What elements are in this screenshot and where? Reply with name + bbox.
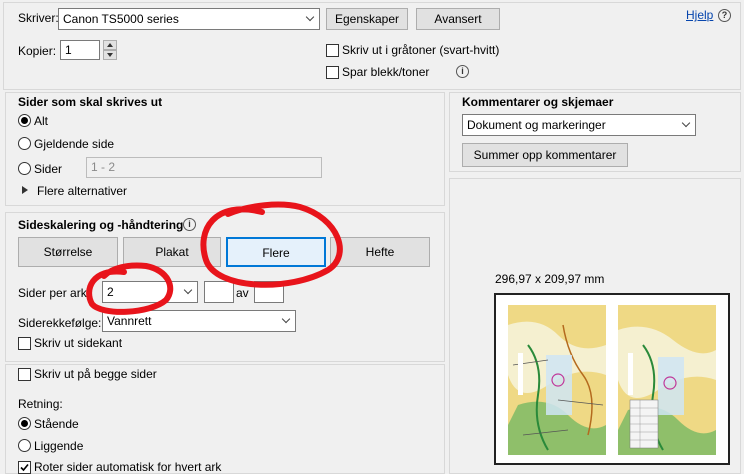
both-sides-checkbox[interactable] [18,368,31,381]
pages-range-radio[interactable] [18,162,31,175]
poster-button[interactable]: Plakat [123,237,221,267]
page-order-select[interactable]: Vannrett [102,310,296,332]
auto-rotate-label: Roter sider automatisk for hvert ark [34,460,222,474]
chevron-down-icon [179,282,197,302]
help-icon[interactable]: ? [718,9,731,22]
portrait-radio[interactable] [18,417,31,430]
copies-label: Kopier: [18,44,57,58]
orienteering-map-image [508,305,606,455]
orientation-label: Retning: [18,397,63,411]
preview-page-2 [618,305,716,455]
grayscale-label: Skriv ut i gråtoner (svart-hvitt) [342,43,500,57]
paper-size-text: 296,97 x 209,97 mm [495,272,605,286]
portrait-label: Stående [34,417,79,431]
copies-value: 1 [65,43,72,57]
copies-stepper[interactable] [103,40,117,60]
pages-per-sheet-label: Sider per ark: [18,286,91,300]
pages-rows-input[interactable] [254,281,284,303]
stepper-down-icon[interactable] [103,50,117,60]
summarize-comments-button[interactable]: Summer opp kommentarer [462,143,628,167]
multiple-button[interactable]: Flere [226,237,326,267]
printer-select-value: Canon TS5000 series [63,12,179,26]
pages-section-title: Sider som skal skrives ut [18,95,163,109]
copies-input[interactable]: 1 [60,40,100,60]
grayscale-checkbox[interactable] [326,44,339,57]
print-border-checkbox[interactable] [18,337,31,350]
chevron-down-icon [677,115,695,135]
pages-all-label: Alt [34,114,49,128]
page-order-value: Vannrett [107,314,152,328]
pages-per-sheet-value: 2 [107,285,114,299]
pages-current-label: Gjeldende side [34,137,115,151]
printer-select[interactable]: Canon TS5000 series [58,8,320,30]
pages-columns-input[interactable] [204,281,234,303]
size-button[interactable]: Størrelse [18,237,118,267]
pages-range-label: Sider [34,162,63,176]
scaling-info-icon[interactable]: i [183,218,196,231]
scaling-section-title: Sideskalering og -håndtering [18,218,184,232]
comments-select-value: Dokument og markeringer [467,118,606,132]
page-order-label: Siderekkefølge: [18,316,102,330]
booklet-button[interactable]: Hefte [330,237,430,267]
comments-section-title: Kommentarer og skjemaer [462,95,614,109]
chevron-down-icon [301,9,319,29]
by-label: av [236,286,249,300]
stepper-up-icon[interactable] [103,40,117,50]
pages-range-value: 1 - 2 [91,160,116,174]
preview-page-1 [508,305,606,455]
both-sides-label: Skriv ut på begge sider [34,367,157,381]
save-ink-info-icon[interactable]: i [456,65,469,78]
help-link[interactable]: Hjelp [686,8,713,22]
advanced-button[interactable]: Avansert [416,8,500,30]
landscape-label: Liggende [34,439,84,453]
save-ink-checkbox[interactable] [326,66,339,79]
orienteering-map-image [618,305,716,455]
properties-button[interactable]: Egenskaper [326,8,408,30]
pages-range-input[interactable]: 1 - 2 [86,157,322,178]
print-border-label: Skriv ut sidekant [34,336,123,350]
printer-label: Skriver: [18,11,59,25]
pages-per-sheet-select[interactable]: 2 [102,281,198,303]
landscape-radio[interactable] [18,439,31,452]
expand-triangle-icon[interactable] [22,186,28,194]
chevron-down-icon [277,311,295,331]
pages-all-radio[interactable] [18,114,31,127]
more-options-link[interactable]: Flere alternativer [37,184,127,198]
comments-select[interactable]: Dokument og markeringer [462,114,696,136]
pages-current-radio[interactable] [18,137,31,150]
preview-sheet [494,293,730,465]
save-ink-label: Spar blekk/toner [342,65,430,79]
